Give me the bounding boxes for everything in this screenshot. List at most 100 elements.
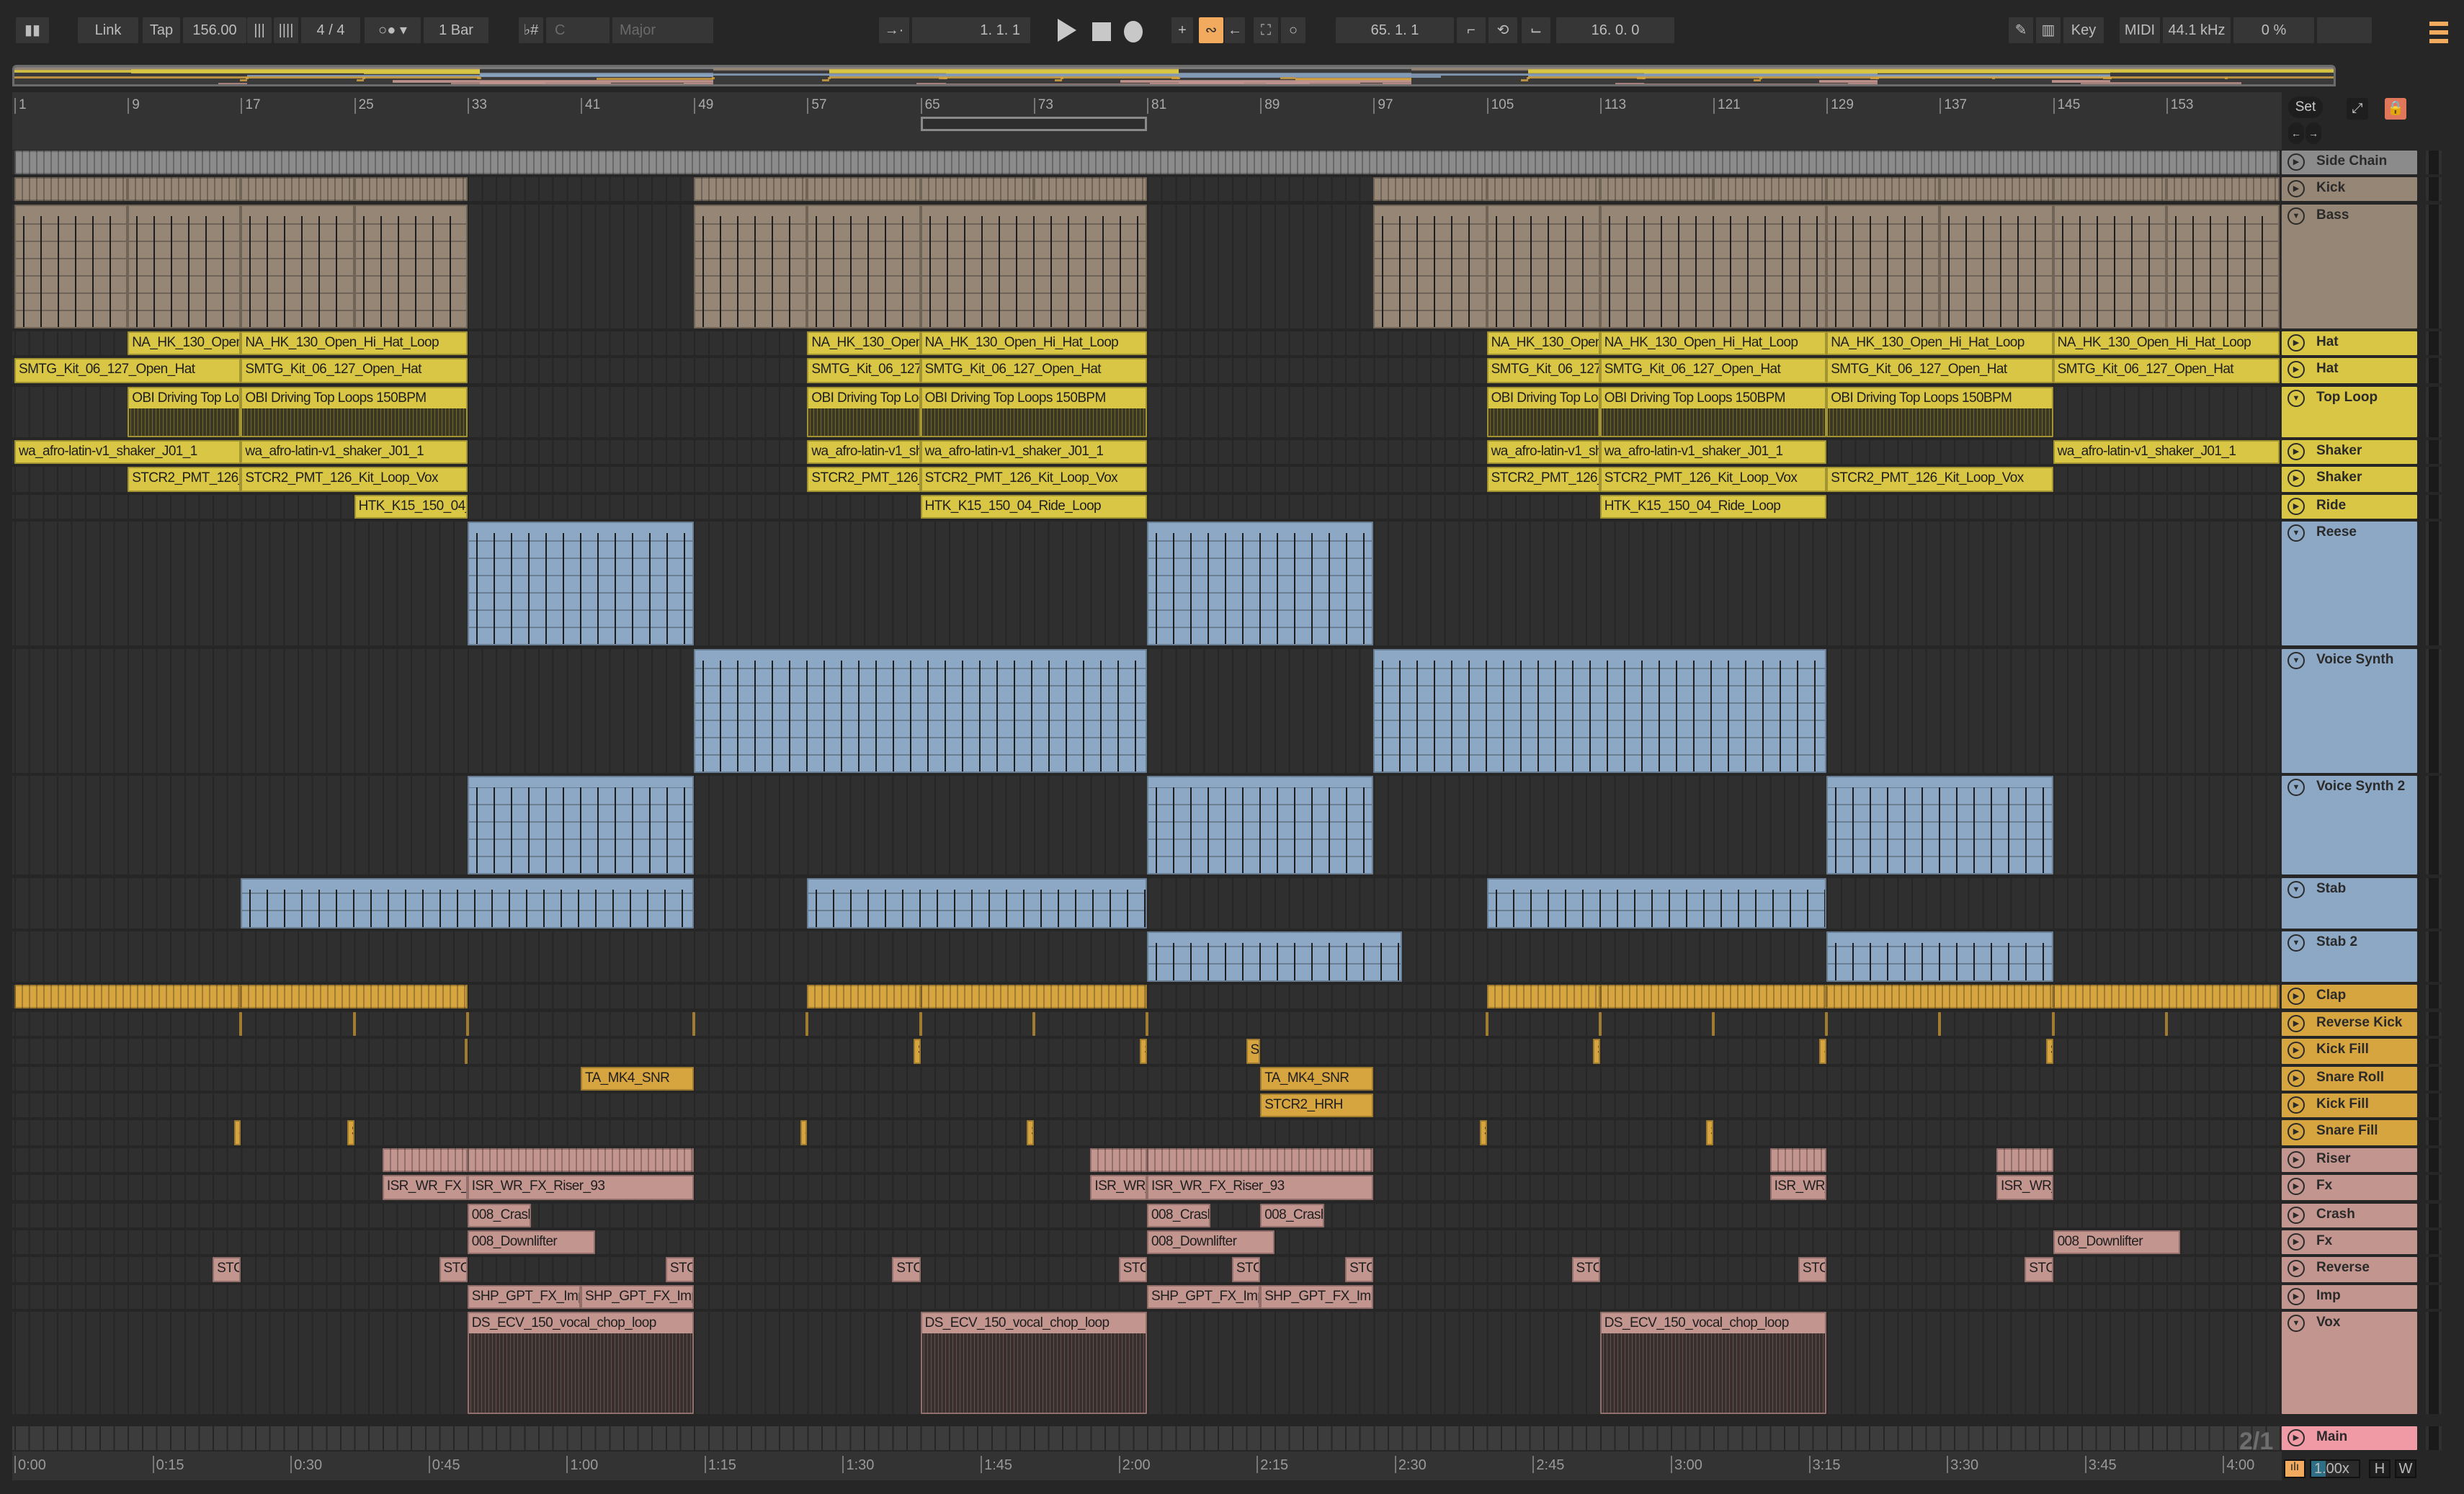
clip[interactable] [2053,205,2166,328]
track-header[interactable]: ▶ Reverse [2282,1257,2417,1282]
play-circle-icon[interactable]: ▶ [2287,1070,2305,1087]
clip[interactable]: S [800,1120,808,1145]
clip[interactable] [241,878,695,929]
clip[interactable]: 008_Downlifter [1147,1230,1275,1254]
clip[interactable]: STCR2_PMT_126_Kit_Loop_Vox [241,467,468,492]
clip[interactable]: S [347,1120,354,1145]
clip[interactable]: NA_HK_130_Open_Hi_Hat_Loop [241,331,468,355]
fold-down-icon[interactable]: ▼ [2287,652,2305,669]
waveform-icon[interactable]: ılı [2284,1459,2305,1478]
clip[interactable]: OBI Driving Top Loops 150BPM [920,387,1147,437]
clip[interactable]: S [233,1120,241,1145]
clip[interactable]: TA_MK4_SNR [1260,1067,1374,1091]
clip[interactable] [805,1012,809,1036]
track-header[interactable]: ▶ Crash [2282,1204,2417,1227]
clip[interactable] [1826,776,2053,875]
clip[interactable]: TA_MK4_SNR [581,1067,695,1091]
track-lane[interactable]: 008_Downlifter 008_Downlifter 008_Downlift… [12,1230,2282,1254]
track-header[interactable]: ▶ Fx [2282,1175,2417,1200]
clip[interactable]: wa_afro-latin-v1_shaker_J01_1 [14,440,241,464]
track-lane[interactable] [12,1148,2282,1172]
clip[interactable]: ISR_WR_FX_Riser_93 [1090,1175,1147,1200]
track-header[interactable]: ▶ Kick [2282,177,2417,201]
tempo-field[interactable]: 156.00 [183,17,246,43]
track-header[interactable]: ▼ Reese [2282,522,2417,645]
set-locator-button[interactable]: Set [2288,97,2323,118]
arrangement-overview[interactable] [12,65,2336,86]
play-circle-icon[interactable]: ▶ [2287,1178,2305,1195]
track-header[interactable]: ▶ Side Chain [2282,151,2417,174]
clip[interactable] [1090,1148,1147,1172]
clip[interactable]: S [1592,1039,1600,1064]
clip[interactable]: STC [1118,1257,1147,1282]
clip[interactable] [465,1012,469,1036]
clip[interactable]: ISR_WR_FX_Riser_93 [382,1175,468,1200]
fit-width-button[interactable]: W [2395,1459,2416,1478]
track-lane[interactable]: OBI Driving Top Loops 150BPM OBI Driving … [12,387,2282,437]
clip[interactable] [1032,1012,1035,1036]
clip[interactable] [467,1148,695,1172]
clip[interactable]: STCR2_HRH [1260,1093,1374,1117]
record-button[interactable] [1124,21,1143,43]
clip[interactable]: SHP_GPT_FX_Imp [1147,1285,1261,1309]
clip[interactable]: STC [1345,1257,1374,1282]
clip[interactable]: S [1026,1120,1034,1145]
quantize-select[interactable]: 1 Bar [424,17,488,43]
clip[interactable] [920,205,1147,328]
clip[interactable] [1939,177,2053,201]
clip[interactable] [2164,1012,2168,1036]
clip[interactable]: S [1479,1120,1487,1145]
clip[interactable]: OBI Driving Top Loops 150BPM [1486,387,1600,437]
clip[interactable] [1486,985,1600,1008]
clip[interactable]: 008_Crash [1147,1204,1211,1227]
clip[interactable] [1373,649,1827,773]
track-header[interactable]: ▶ Hat [2282,331,2417,355]
track-lane[interactable]: ISR_WR_FX_Riser_93 ISR_WR_FX_Riser_93 ISR_… [12,1175,2282,1200]
punch-out-icon[interactable]: ⌙ [1522,17,1550,43]
punch-in-icon[interactable]: ⌐ [1457,17,1486,43]
clip[interactable] [1373,177,1487,201]
track-lane[interactable] [12,878,2282,929]
clip[interactable] [1147,1148,1374,1172]
clip[interactable]: 008_Crash [467,1204,532,1227]
clip[interactable]: STC [2025,1257,2053,1282]
clip[interactable] [1599,985,1827,1008]
clip[interactable]: SMTG_Kit_06_127_Open_Hat [1599,358,1827,383]
beat-time-ruler[interactable]: 1 9 17 25 33 41 49 57 65 73 81 89 97 105 113 121 129 137 1… [12,92,2282,150]
clip[interactable]: OBI Driving Top Loops 150BPM [807,387,921,437]
clip[interactable]: OBI Driving Top Loops 150BPM [1826,387,2053,437]
clip[interactable] [694,205,808,328]
nudge-down-icon[interactable]: ||| [247,17,272,43]
track-lane[interactable] [12,151,2282,174]
play-circle-icon[interactable]: ▶ [2287,1260,2305,1277]
track-lane[interactable] [12,985,2282,1008]
clip[interactable] [694,649,1147,773]
clip[interactable] [1826,177,1940,201]
clip[interactable]: STCR2_PMT_126_Kit_Loop_Vox [920,467,1147,492]
track-lane[interactable] [12,1012,2282,1036]
clip[interactable]: NA_HK_130_Open_Hi_Hat_Loop [1486,331,1600,355]
time-ruler[interactable]: 0:00 0:15 0:30 0:45 1:00 1:15 1:30 1:45 2:00 2:15… [12,1451,2282,1480]
key-root-select[interactable]: C [546,17,610,43]
back-to-arrangement-icon[interactable]: ← [1225,17,1245,43]
clip[interactable] [1713,177,1827,201]
clip[interactable]: STC [892,1257,921,1282]
scale-select[interactable]: Major [612,17,713,43]
track-lane[interactable]: STC STC STC STC STC STC STC STC STC STC [12,1257,2282,1282]
computer-keyboard-icon[interactable]: ▥ [2036,17,2061,43]
track-header[interactable]: ▶ Shaker [2282,467,2417,492]
track-header[interactable]: ▶ Kick Fill [2282,1039,2417,1064]
clip[interactable]: OBI Driving Top Loops 150BPM [1599,387,1827,437]
track-lane[interactable]: STCR2_PMT_126_Kit_Loop_Vox STCR2_PMT_126_… [12,467,2282,492]
clip[interactable]: STC [439,1257,468,1282]
clip[interactable]: NA_HK_130_Open_Hi_Hat_Loop [2053,331,2280,355]
follow-icon[interactable]: →· [879,17,909,43]
clip[interactable] [1146,1012,1149,1036]
track-header[interactable]: ▼ Vox [2282,1312,2417,1414]
clip[interactable]: S [2045,1039,2053,1064]
tap-tempo-button[interactable]: Tap [143,17,180,43]
clip[interactable]: SHP_GPT_FX_Imp [581,1285,695,1309]
clip[interactable]: NA_HK_130_Open_Hi_Hat_Loop [1599,331,1827,355]
clip[interactable] [1939,205,2053,328]
play-circle-icon[interactable]: ▶ [2287,1288,2305,1305]
